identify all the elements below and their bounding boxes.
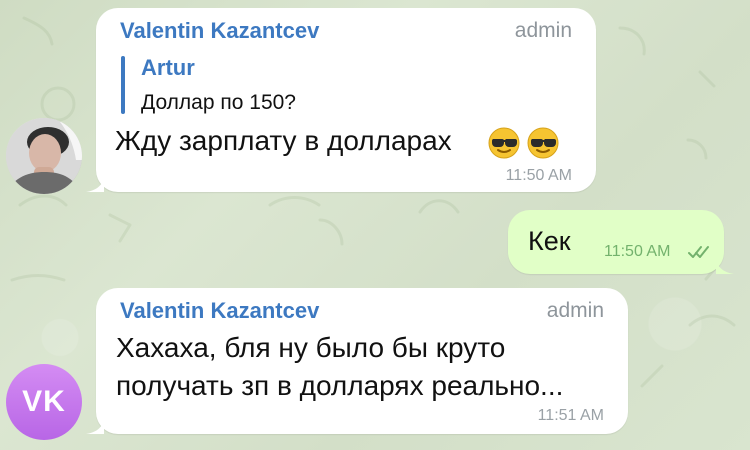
incoming-message-2[interactable]: Valentin Kazantcev admin Хахаха, бля ну …	[96, 288, 628, 434]
avatar-photo[interactable]	[6, 118, 82, 194]
role-badge: admin	[546, 299, 604, 322]
cool-face-icon	[527, 127, 559, 159]
message-time: 11:51 AM	[537, 407, 604, 424]
read-checks-icon	[688, 246, 709, 258]
sender-name[interactable]: Valentin Kazantcev	[120, 300, 319, 322]
reply-text: Доллар по 150?	[141, 91, 296, 114]
person-photo-icon	[6, 118, 82, 194]
message-text-line-1: Хахаха, бля ну было бы круто	[116, 332, 506, 363]
reply-indicator	[121, 56, 125, 114]
message-time: 11:50 AM	[604, 243, 671, 260]
role-badge: admin	[514, 19, 572, 42]
message-text-line-2: получать зп в долларях реально...	[116, 370, 564, 401]
reply-author[interactable]: Artur	[141, 57, 195, 79]
incoming-message-1[interactable]: Valentin Kazantcev admin Artur Доллар по…	[96, 8, 596, 192]
message-text: Жду зарплату в долларах	[115, 125, 452, 156]
avatar-initials[interactable]: VK	[6, 364, 82, 440]
outgoing-message[interactable]: Кек 11:50 AM	[508, 210, 724, 274]
message-time: 11:50 AM	[505, 167, 572, 184]
message-text: Кек	[528, 226, 571, 256]
sender-name[interactable]: Valentin Kazantcev	[120, 20, 319, 42]
cool-face-icon	[488, 127, 520, 159]
